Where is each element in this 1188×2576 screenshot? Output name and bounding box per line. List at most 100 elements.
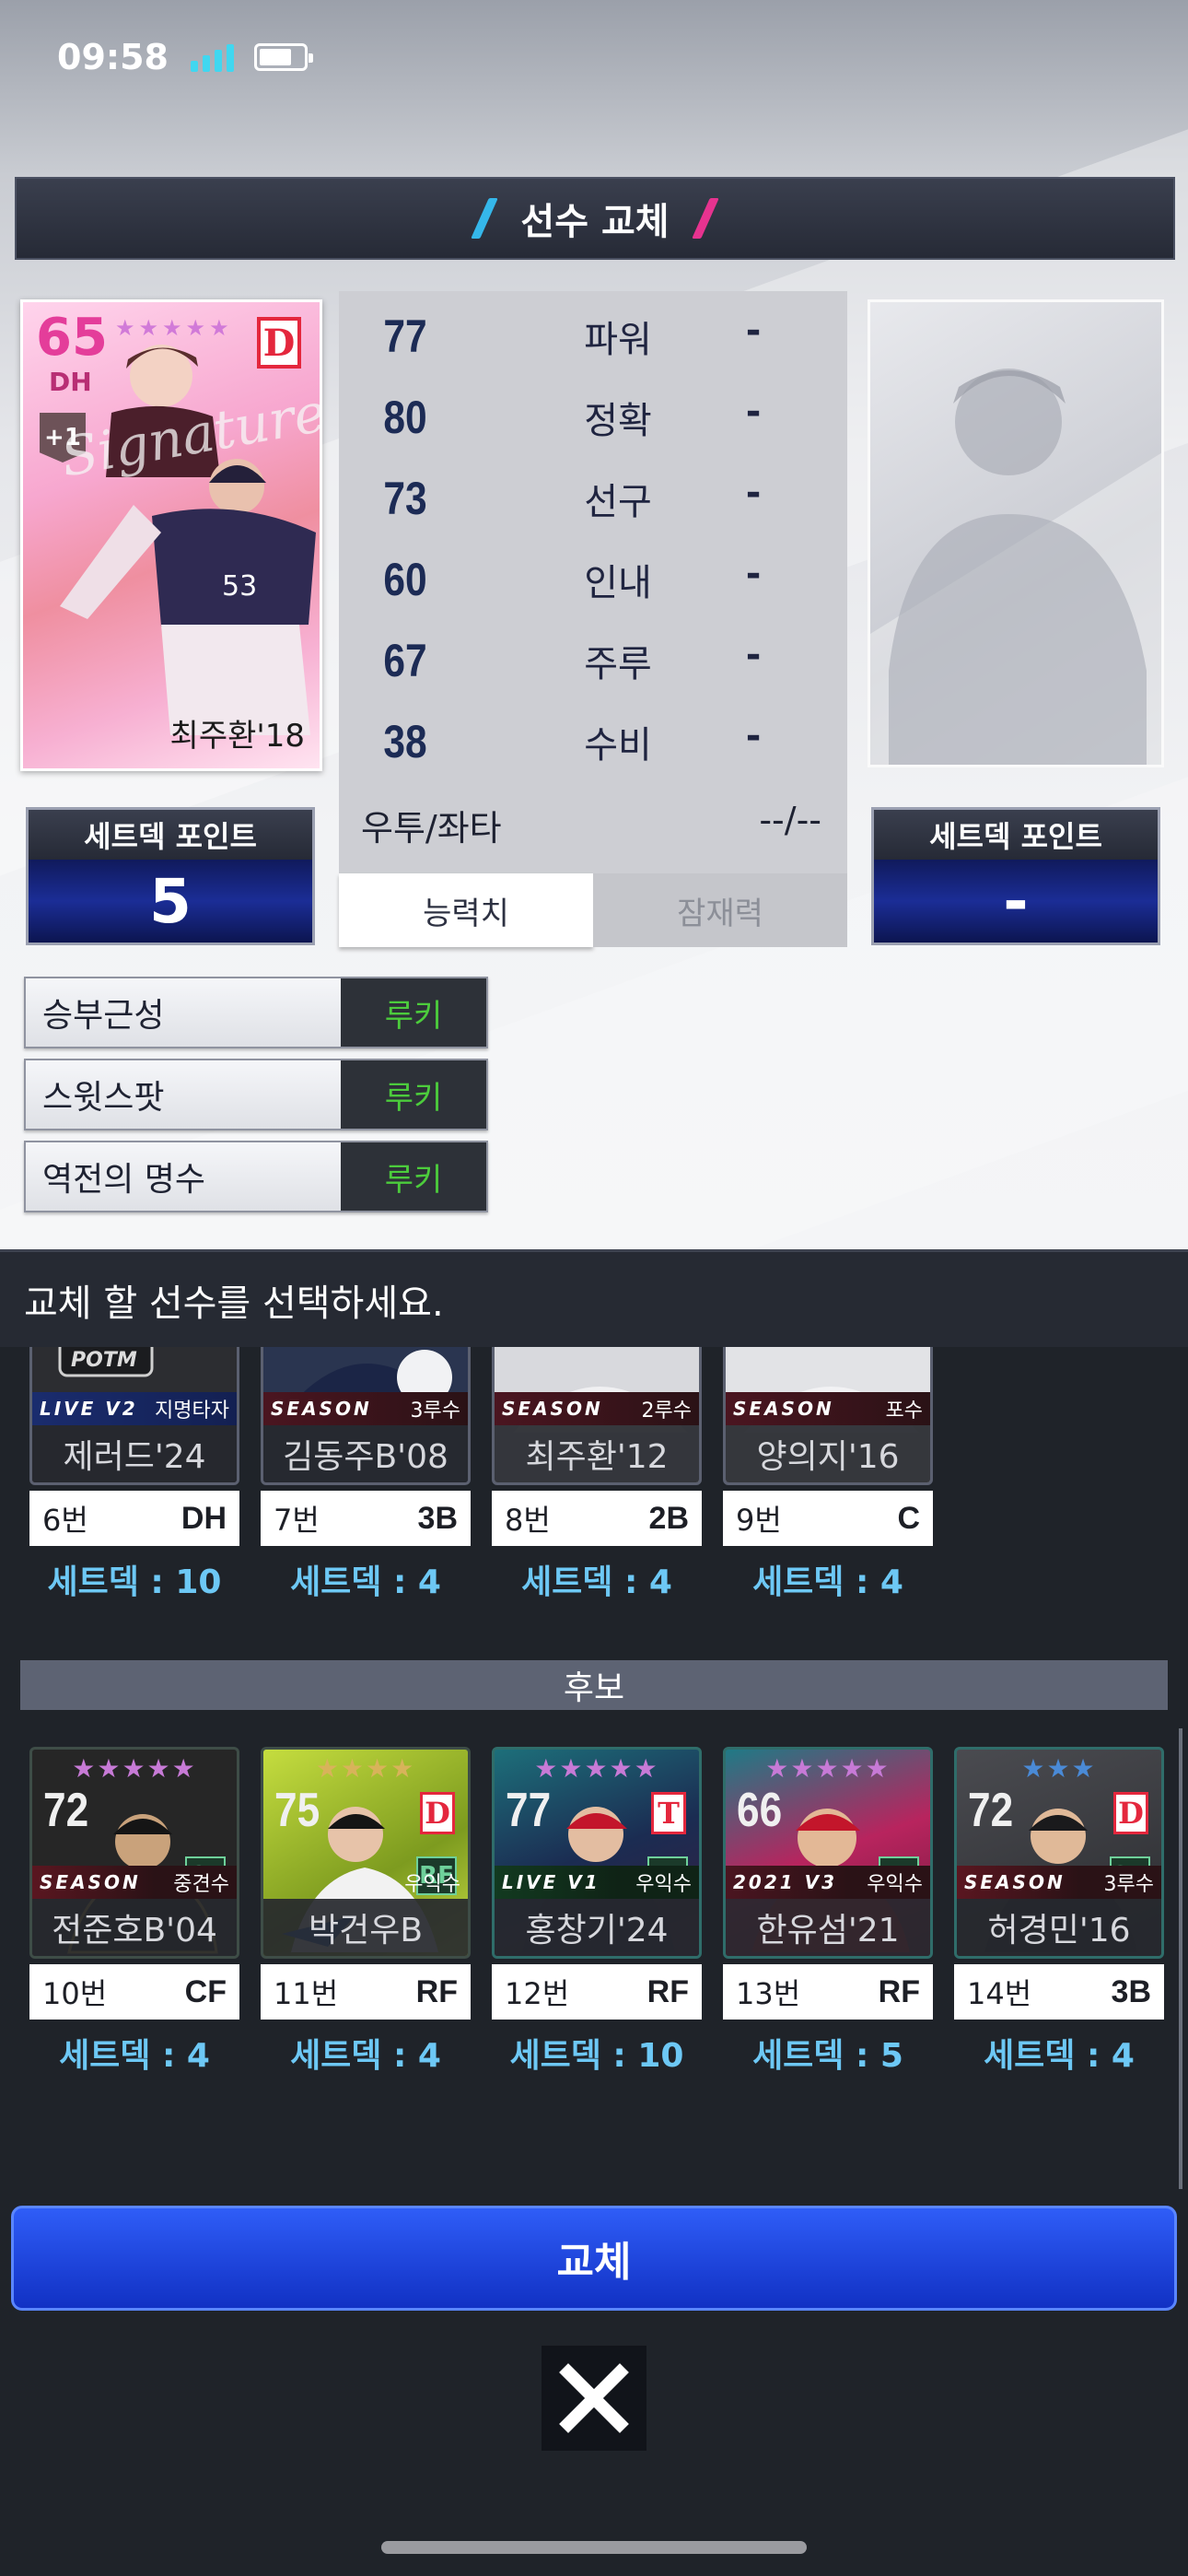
- card-slot: 우익수: [867, 1873, 923, 1896]
- stat-label: 파워: [584, 319, 652, 361]
- player-card[interactable]: ★★★ 72 D 3B SEASON3루수 허경민'16: [954, 1747, 1164, 1959]
- player-name: 최주환'18: [169, 718, 305, 755]
- rating-stars: ★★★★★: [534, 1753, 659, 1784]
- player-card[interactable]: ★★★★★ 72 CF SEASON중견수 전준호B'04: [29, 1747, 239, 1959]
- card-type-band: SEASON 3루수: [957, 1866, 1161, 1899]
- pink-slash-icon: [691, 198, 719, 239]
- tab-potential[interactable]: 잠재력: [593, 873, 847, 947]
- player-name: 홍창기'24: [495, 1899, 699, 1956]
- setdeck-label: 세트덱 : 4: [521, 1563, 672, 1601]
- trait-row: 승부근성 루키: [24, 977, 488, 1048]
- order-position: RF: [878, 1973, 920, 2009]
- lineup-player-card[interactable]: Bears SEASON2루수 최주환'12 8번 2B 세트덱 : 4: [492, 1347, 702, 1603]
- home-indicator[interactable]: [381, 2541, 807, 2554]
- lineup-player-card[interactable]: BEARS SEASON포수 양의지'16 9번C 세트덱 : 4: [723, 1347, 933, 1603]
- tab-ability[interactable]: 능력치: [339, 873, 593, 947]
- stat-label: 선구: [584, 481, 652, 523]
- trait-grade: 루키: [341, 978, 486, 1047]
- card-type: SEASON: [964, 1871, 1066, 1893]
- blue-slash-icon: [471, 198, 499, 239]
- bench-player-card[interactable]: ★★★★★ 66 RF 2021 V3 우익수 한유섬'21 13번 RF 세트덱 …: [723, 1747, 933, 2077]
- order-position: 2B: [648, 1500, 689, 1536]
- card-slot: 3루수: [410, 1399, 460, 1423]
- player-ovr: 66: [737, 1784, 783, 1837]
- stat-row: 77 파워 -: [339, 310, 847, 391]
- bench-player-card[interactable]: ★★★★★ 72 CF SEASON 중견수 전준호B'04 10번 CF 세트덱 …: [29, 1747, 239, 2077]
- rating-stars: ★★★★★: [765, 1753, 891, 1784]
- rating-stars: ★★★: [1021, 1753, 1097, 1784]
- setdeck-title: 세트덱 포인트: [29, 810, 312, 860]
- close-x-icon: [559, 2363, 629, 2433]
- order-number: 9번: [736, 1503, 782, 1538]
- stat-row: 67 주루 -: [339, 634, 847, 715]
- order-number: 14번: [967, 1976, 1032, 2011]
- player-silhouette-icon: [870, 369, 1161, 765]
- lineup-player-card[interactable]: POTM LIVE V2 지명타자 제러드'24 6번 DH 세트덱 : 10: [29, 1347, 239, 1603]
- close-button[interactable]: [542, 2346, 646, 2451]
- stat-value: 60: [383, 554, 427, 605]
- card-type-band: 우익수: [263, 1866, 468, 1899]
- rating-stars: ★★★★★: [72, 1753, 197, 1784]
- player-card[interactable]: ★★★★ 75 D RF 우익수 박건우B: [261, 1747, 471, 1959]
- order-position: RF: [646, 1973, 689, 2009]
- rating-stars: ★★★★★: [115, 315, 229, 341]
- card-type: SEASON: [271, 1398, 372, 1420]
- player-card[interactable]: SEASON 3루수 김동주B'08: [261, 1347, 471, 1485]
- setdeck-title: 세트덱 포인트: [874, 810, 1158, 860]
- roster-scrollbar[interactable]: [1179, 1728, 1182, 2189]
- order-number: 8번: [505, 1503, 551, 1538]
- stat-value: 73: [383, 473, 427, 524]
- star-icon: ★: [185, 315, 206, 341]
- bench-player-card[interactable]: ★★★ 72 D 3B SEASON 3루수 허경민'16 14번 3B 세트덱 :…: [954, 1747, 1164, 2077]
- player-name: 김동주B'08: [263, 1425, 468, 1482]
- card-type-band: SEASON 2루수: [495, 1392, 699, 1425]
- setdeck-points-target: 세트덱 포인트 -: [871, 807, 1160, 945]
- order-number: 12번: [505, 1976, 570, 2011]
- player-ovr: 72: [968, 1784, 1014, 1837]
- player-card[interactable]: Bears SEASON2루수 최주환'12: [492, 1347, 702, 1485]
- handedness-label: 우투/좌타: [361, 808, 502, 849]
- order-position: 3B: [417, 1500, 458, 1536]
- setdeck-points-current: 세트덱 포인트 5: [26, 807, 315, 945]
- team-logo: T: [651, 1792, 686, 1834]
- team-logo: D: [257, 317, 301, 369]
- setdeck-label: 세트덱 : 4: [290, 2037, 441, 2075]
- player-card[interactable]: ★★★★★ 77 T RF LIVE V1우익수 홍창기'24: [492, 1747, 702, 1959]
- player-ovr: 65: [36, 308, 108, 368]
- batting-order: 10번 CF: [29, 1964, 239, 2020]
- player-name: 제러드'24: [32, 1425, 237, 1482]
- order-position: DH: [181, 1500, 227, 1536]
- player-name: 최주환'12: [495, 1425, 699, 1482]
- star-icon: ★: [209, 315, 229, 341]
- team-logo: D: [420, 1792, 455, 1834]
- star-icon: ★: [138, 315, 159, 341]
- card-type-band: SEASON 중견수: [32, 1866, 237, 1899]
- setdeck-label: 세트덱 : 4: [59, 2037, 210, 2075]
- current-player-card[interactable]: 53 65 DH +1 ★ ★ ★ ★ ★ D Signature 최주환'18: [20, 299, 322, 771]
- stat-compare: -: [745, 553, 762, 595]
- player-card[interactable]: ★★★★★ 66 RF 2021 V3우익수 한유섬'21: [723, 1747, 933, 1959]
- star-icon: ★: [115, 315, 135, 341]
- rating-stars: ★★★★: [315, 1753, 416, 1784]
- setdeck-label: 세트덱 : 4: [290, 1563, 441, 1601]
- order-position: C: [897, 1500, 920, 1536]
- batting-order: 13번 RF: [723, 1964, 933, 2020]
- stat-label: 수비: [584, 724, 652, 767]
- player-name: 박건우B: [263, 1899, 468, 1956]
- card-type-band: 2021 V3 우익수: [726, 1866, 930, 1899]
- card-slot: 지명타자: [155, 1399, 229, 1423]
- batting-order: 7번 3B: [261, 1491, 471, 1546]
- trait-row: 역전의 명수 루키: [24, 1141, 488, 1212]
- trait-grade: 루키: [341, 1142, 486, 1211]
- replace-button[interactable]: 교체: [11, 2206, 1177, 2311]
- setdeck-label: 세트덱 : 10: [509, 2037, 684, 2075]
- player-card[interactable]: BEARS SEASON포수 양의지'16: [723, 1347, 933, 1485]
- team-logo: D: [1113, 1792, 1148, 1834]
- bench-player-card[interactable]: ★★★★ 75 D RF 우익수 박건우B 11번 RF 세트덱 : 4: [261, 1747, 471, 2077]
- bench-player-card[interactable]: ★★★★★ 77 T RF LIVE V1 우익수 홍창기'24 12번 RF 세트…: [492, 1747, 702, 2077]
- order-number: 13번: [736, 1976, 801, 2011]
- stat-value: 38: [383, 716, 427, 767]
- player-card[interactable]: POTM LIVE V2 지명타자 제러드'24: [29, 1347, 239, 1485]
- lineup-player-card[interactable]: SEASON 3루수 김동주B'08 7번 3B 세트덱 : 4: [261, 1347, 471, 1603]
- stats-panel: 77 파워 - 80 정확 - 73 선구 - 60 인내 - 67 주루 - 38 수비 - 우투/좌…: [339, 291, 847, 947]
